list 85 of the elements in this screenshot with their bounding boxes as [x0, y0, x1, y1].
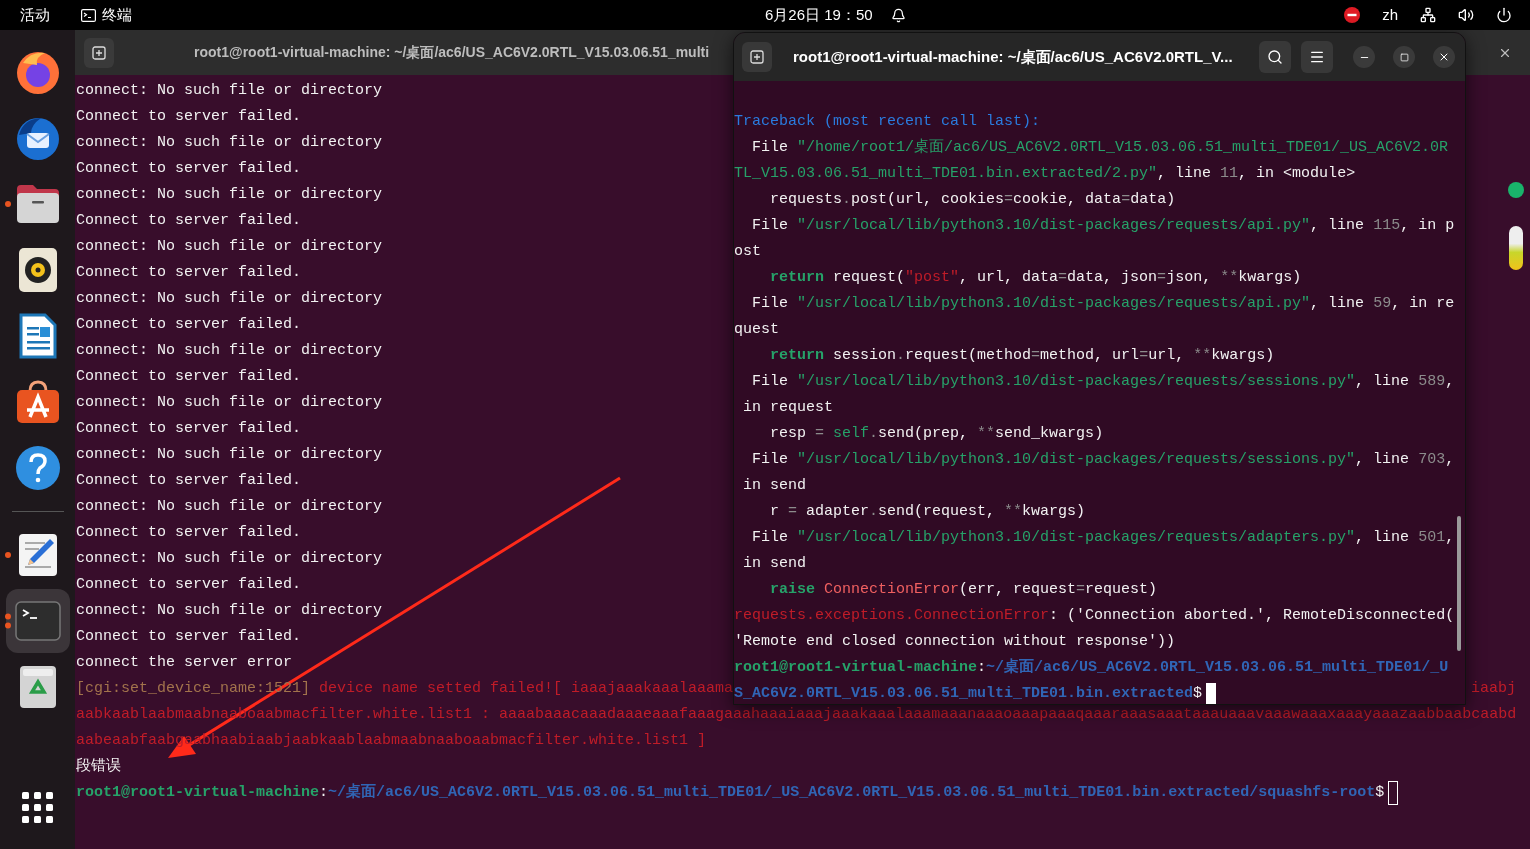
document-icon [18, 313, 57, 359]
speaker-icon [17, 247, 58, 293]
terminal-line: requests.exceptions.ConnectionError: ('Connection aborted.', RemoteDisconnected( [734, 606, 1455, 626]
app-menu[interactable]: 终端 [81, 3, 132, 27]
do-not-disturb-icon[interactable] [1344, 7, 1361, 23]
close-icon [1438, 51, 1450, 63]
close-button[interactable] [1433, 46, 1455, 68]
maximize-icon [1399, 52, 1409, 62]
terminal-line: connect: No such file or directory [76, 185, 383, 205]
search-button[interactable] [1259, 41, 1291, 73]
scrollbar-thumb[interactable] [1457, 516, 1461, 651]
terminal-line: S_AC6V2.0RTL_V15.03.06.51_multi_TDE01.bin.extracted$ [734, 684, 1203, 704]
terminal-line: Connect to server failed. [76, 263, 302, 283]
folder-icon [14, 183, 61, 225]
terminal-line: in send [742, 476, 806, 496]
terminal-line: File "/usr/local/lib/python3.10/dist-packages/requests/sessions.py", line 703, [751, 450, 1455, 470]
new-tab-icon [750, 50, 764, 64]
terminal-line: root1@root1-virtual-machine:~/桌面/ac6/US_AC6V2.0RTL_V15.03.06.51_multi_TDE01/_U [734, 657, 1449, 678]
terminal-line: in request [742, 398, 834, 418]
gauge-icon [1509, 226, 1523, 270]
terminal-line: raise ConnectionError(err, request=request) [769, 580, 1158, 600]
terminal-line: Connect to server failed. [76, 523, 302, 543]
menu-button[interactable] [1301, 41, 1333, 73]
app-grid-icon [21, 792, 54, 824]
terminal-line: Connect to server failed. [76, 367, 302, 387]
terminal-line: connect: No such file or directory [76, 81, 383, 101]
terminal-line: resp = self.send(prep, **send_kwargs) [769, 424, 1104, 444]
maximize-button[interactable] [1393, 46, 1415, 68]
activities-button[interactable]: 活动 [20, 3, 50, 27]
terminal-icon [81, 8, 96, 22]
terminal-line: Connect to server failed. [76, 315, 302, 335]
terminal-line: connect: No such file or directory [76, 289, 383, 309]
power-icon[interactable] [1496, 7, 1512, 23]
notification-icon[interactable] [890, 7, 906, 23]
terminal-line: 段错误 [76, 757, 121, 777]
terminal-line: Connect to server failed. [76, 419, 302, 439]
terminal-line: File "/usr/local/lib/python3.10/dist-packages/requests/adapters.py", line 501, [751, 528, 1455, 548]
help-icon [14, 445, 61, 491]
terminal-line: iaabj [1471, 680, 1516, 697]
terminal-line: return request("post", url, data=data, json=json, **kwargs) [769, 268, 1302, 288]
network-icon[interactable] [1420, 7, 1436, 23]
terminal-line: connect: No such file or directory [76, 393, 383, 413]
fox-globe-icon [14, 49, 61, 95]
terminal-line: connect the server error [76, 653, 293, 673]
window-title: root1@root1-virtual-machine: ~/桌面/ac6/US_AC6V2.0RTL_V... [793, 46, 1233, 67]
terminal-line: connect: No such file or directory [76, 601, 383, 621]
terminal-line: ost [734, 242, 761, 262]
terminal-line: Connect to server failed. [76, 107, 302, 127]
terminal-line: root1@root1-virtual-machine:~/桌面/ac6/US_AC6V2.0RTL_V15.03.06.51_multi_TDE01/_US_AC6V2.0RTL_V15.03.06.51_multi_TDE01.bin.extracted/squashfs-root$ [76, 782, 1385, 803]
terminal-line: connect: No such file or directory [76, 497, 383, 517]
terminal-line: File "/usr/local/lib/python3.10/dist-packages/requests/sessions.py", line 589, [751, 372, 1455, 392]
new-tab-icon [92, 45, 106, 60]
terminal-line: r = adapter.send(request, **kwargs) [769, 502, 1086, 522]
terminal-line: in send [742, 554, 806, 574]
terminal-line: connect: No such file or directory [76, 237, 383, 257]
terminal-line: Connect to server failed. [76, 471, 302, 491]
clock[interactable]: 6月26日 19：50 [765, 3, 873, 27]
terminal-line: return session.request(method=method, url=url, **kwargs) [769, 346, 1275, 366]
terminal-line: Traceback (most recent call last): [734, 112, 1041, 132]
terminal-line: Connect to server failed. [76, 575, 302, 595]
terminal-line: quest [734, 320, 779, 340]
terminal-line: requests.post(url, cookies=cookie, data=data) [769, 190, 1176, 210]
terminal-line: Connect to server failed. [76, 159, 302, 179]
new-tab-button[interactable] [742, 42, 772, 72]
new-tab-button[interactable] [84, 37, 114, 68]
terminal-line: connect: No such file or directory [76, 341, 383, 361]
menu-icon [1309, 49, 1325, 65]
terminal-line: 'Remote end closed connection without response')) [734, 632, 1176, 652]
terminal-icon [14, 601, 61, 641]
search-icon [1267, 49, 1283, 65]
terminal-line: File "/usr/local/lib/python3.10/dist-packages/requests/api.py", line 115, in p [751, 216, 1455, 236]
volume-icon[interactable] [1458, 7, 1474, 23]
terminal-line: TL_V15.03.06.51_multi_TDE01.bin.extracted/2.py", line 11, in <module> [734, 164, 1356, 184]
terminal-line: connect: No such file or directory [76, 549, 383, 569]
terminal-line: File "/usr/local/lib/python3.10/dist-packages/requests/api.py", line 59, in re [751, 294, 1455, 314]
input-language[interactable]: zh [1382, 3, 1398, 27]
shopping-bag-icon [14, 379, 61, 425]
terminal-line: Connect to server failed. [76, 627, 302, 647]
trash-icon [18, 665, 57, 709]
terminal-line: File "/home/root1/桌面/ac6/US_AC6V2.0RTL_V15.03.06.51_multi_TDE01/_US_AC6V2.0R [751, 137, 1449, 158]
terminal-line: connect: No such file or directory [76, 133, 383, 153]
pencil-paper-icon [17, 533, 58, 577]
window-title: root1@root1-virtual-machine: ~/桌面/ac6/US_AC6V2.0RTL_V15.03.06.51_multi [194, 43, 710, 62]
terminal-line: connect: No such file or directory [76, 445, 383, 465]
terminal-line: Connect to server failed. [76, 211, 302, 231]
